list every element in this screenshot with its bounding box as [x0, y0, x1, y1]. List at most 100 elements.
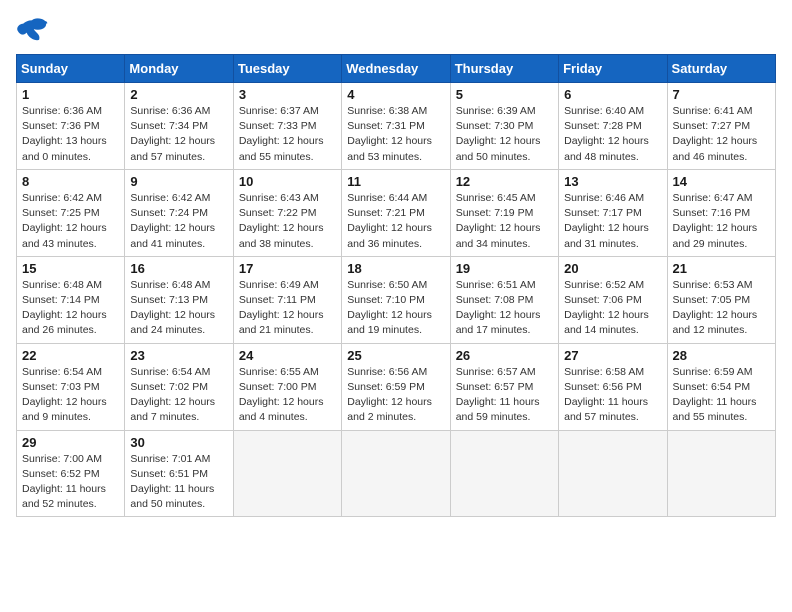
weekday-header-row: SundayMondayTuesdayWednesdayThursdayFrid…	[17, 55, 776, 83]
calendar-cell: 28 Sunrise: 6:59 AM Sunset: 6:54 PM Dayli…	[667, 343, 775, 430]
day-number: 27	[564, 348, 661, 363]
day-number: 19	[456, 261, 553, 276]
day-number: 6	[564, 87, 661, 102]
day-number: 28	[673, 348, 770, 363]
calendar-cell: 12 Sunrise: 6:45 AM Sunset: 7:19 PM Dayli…	[450, 169, 558, 256]
logo-icon	[16, 16, 48, 44]
day-number: 7	[673, 87, 770, 102]
day-info: Sunrise: 6:36 AM Sunset: 7:34 PM Dayligh…	[130, 104, 227, 165]
calendar-week-row: 1 Sunrise: 6:36 AM Sunset: 7:36 PM Daylig…	[17, 83, 776, 170]
weekday-header-cell: Wednesday	[342, 55, 450, 83]
day-number: 29	[22, 435, 119, 450]
day-info: Sunrise: 6:51 AM Sunset: 7:08 PM Dayligh…	[456, 278, 553, 339]
calendar-cell: 19 Sunrise: 6:51 AM Sunset: 7:08 PM Dayli…	[450, 256, 558, 343]
calendar-cell: 2 Sunrise: 6:36 AM Sunset: 7:34 PM Daylig…	[125, 83, 233, 170]
calendar-cell	[342, 430, 450, 517]
day-info: Sunrise: 6:52 AM Sunset: 7:06 PM Dayligh…	[564, 278, 661, 339]
day-number: 21	[673, 261, 770, 276]
day-info: Sunrise: 6:57 AM Sunset: 6:57 PM Dayligh…	[456, 365, 553, 426]
calendar-cell: 27 Sunrise: 6:58 AM Sunset: 6:56 PM Dayli…	[559, 343, 667, 430]
calendar-cell: 4Sunrise: 6:38 AM Sunset: 7:31 PM Daylig…	[342, 83, 450, 170]
day-info: Sunrise: 6:48 AM Sunset: 7:13 PM Dayligh…	[130, 278, 227, 339]
day-number: 15	[22, 261, 119, 276]
day-number: 4	[347, 87, 444, 102]
day-info: Sunrise: 6:55 AM Sunset: 7:00 PM Dayligh…	[239, 365, 336, 426]
page-header	[16, 16, 776, 44]
day-info: Sunrise: 6:39 AM Sunset: 7:30 PM Dayligh…	[456, 104, 553, 165]
day-number: 1	[22, 87, 119, 102]
calendar-cell: 7 Sunrise: 6:41 AM Sunset: 7:27 PM Daylig…	[667, 83, 775, 170]
day-info: Sunrise: 6:44 AM Sunset: 7:21 PM Dayligh…	[347, 191, 444, 252]
calendar-cell	[233, 430, 341, 517]
weekday-header-cell: Saturday	[667, 55, 775, 83]
day-info: Sunrise: 6:45 AM Sunset: 7:19 PM Dayligh…	[456, 191, 553, 252]
day-number: 22	[22, 348, 119, 363]
day-info: Sunrise: 6:50 AM Sunset: 7:10 PM Dayligh…	[347, 278, 444, 339]
day-info: Sunrise: 6:54 AM Sunset: 7:02 PM Dayligh…	[130, 365, 227, 426]
day-number: 17	[239, 261, 336, 276]
day-number: 13	[564, 174, 661, 189]
day-info: Sunrise: 6:40 AM Sunset: 7:28 PM Dayligh…	[564, 104, 661, 165]
weekday-header-cell: Sunday	[17, 55, 125, 83]
calendar-week-row: 29 Sunrise: 7:00 AM Sunset: 6:52 PM Dayli…	[17, 430, 776, 517]
calendar-cell: 10 Sunrise: 6:43 AM Sunset: 7:22 PM Dayli…	[233, 169, 341, 256]
calendar-cell: 23 Sunrise: 6:54 AM Sunset: 7:02 PM Dayli…	[125, 343, 233, 430]
day-info: Sunrise: 7:00 AM Sunset: 6:52 PM Dayligh…	[22, 452, 119, 513]
day-number: 5	[456, 87, 553, 102]
logo	[16, 16, 52, 44]
day-info: Sunrise: 6:42 AM Sunset: 7:25 PM Dayligh…	[22, 191, 119, 252]
calendar-cell	[667, 430, 775, 517]
calendar-cell: 16 Sunrise: 6:48 AM Sunset: 7:13 PM Dayli…	[125, 256, 233, 343]
day-number: 2	[130, 87, 227, 102]
calendar-cell: 13Sunrise: 6:46 AM Sunset: 7:17 PM Dayli…	[559, 169, 667, 256]
day-info: Sunrise: 6:37 AM Sunset: 7:33 PM Dayligh…	[239, 104, 336, 165]
day-number: 26	[456, 348, 553, 363]
day-info: Sunrise: 6:47 AM Sunset: 7:16 PM Dayligh…	[673, 191, 770, 252]
calendar-cell: 11 Sunrise: 6:44 AM Sunset: 7:21 PM Dayli…	[342, 169, 450, 256]
calendar-cell: 5 Sunrise: 6:39 AM Sunset: 7:30 PM Daylig…	[450, 83, 558, 170]
calendar-cell: 24 Sunrise: 6:55 AM Sunset: 7:00 PM Dayli…	[233, 343, 341, 430]
calendar-table: SundayMondayTuesdayWednesdayThursdayFrid…	[16, 54, 776, 517]
day-number: 12	[456, 174, 553, 189]
calendar-week-row: 22 Sunrise: 6:54 AM Sunset: 7:03 PM Dayli…	[17, 343, 776, 430]
calendar-cell: 25 Sunrise: 6:56 AM Sunset: 6:59 PM Dayli…	[342, 343, 450, 430]
day-info: Sunrise: 6:59 AM Sunset: 6:54 PM Dayligh…	[673, 365, 770, 426]
day-info: Sunrise: 6:54 AM Sunset: 7:03 PM Dayligh…	[22, 365, 119, 426]
day-info: Sunrise: 6:42 AM Sunset: 7:24 PM Dayligh…	[130, 191, 227, 252]
day-number: 14	[673, 174, 770, 189]
weekday-header-cell: Friday	[559, 55, 667, 83]
calendar-cell: 15Sunrise: 6:48 AM Sunset: 7:14 PM Dayli…	[17, 256, 125, 343]
calendar-cell: 21 Sunrise: 6:53 AM Sunset: 7:05 PM Dayli…	[667, 256, 775, 343]
day-info: Sunrise: 6:36 AM Sunset: 7:36 PM Dayligh…	[22, 104, 119, 165]
day-number: 24	[239, 348, 336, 363]
day-info: Sunrise: 6:53 AM Sunset: 7:05 PM Dayligh…	[673, 278, 770, 339]
calendar-cell: 20Sunrise: 6:52 AM Sunset: 7:06 PM Dayli…	[559, 256, 667, 343]
day-info: Sunrise: 6:49 AM Sunset: 7:11 PM Dayligh…	[239, 278, 336, 339]
day-number: 16	[130, 261, 227, 276]
calendar-cell: 6 Sunrise: 6:40 AM Sunset: 7:28 PM Daylig…	[559, 83, 667, 170]
calendar-cell: 1 Sunrise: 6:36 AM Sunset: 7:36 PM Daylig…	[17, 83, 125, 170]
day-info: Sunrise: 6:58 AM Sunset: 6:56 PM Dayligh…	[564, 365, 661, 426]
calendar-cell	[450, 430, 558, 517]
day-number: 3	[239, 87, 336, 102]
calendar-cell: 3 Sunrise: 6:37 AM Sunset: 7:33 PM Daylig…	[233, 83, 341, 170]
calendar-cell: 26 Sunrise: 6:57 AM Sunset: 6:57 PM Dayli…	[450, 343, 558, 430]
day-number: 11	[347, 174, 444, 189]
calendar-cell: 22 Sunrise: 6:54 AM Sunset: 7:03 PM Dayli…	[17, 343, 125, 430]
calendar-cell: 14 Sunrise: 6:47 AM Sunset: 7:16 PM Dayli…	[667, 169, 775, 256]
calendar-cell: 29 Sunrise: 7:00 AM Sunset: 6:52 PM Dayli…	[17, 430, 125, 517]
day-number: 10	[239, 174, 336, 189]
day-number: 8	[22, 174, 119, 189]
day-number: 25	[347, 348, 444, 363]
day-number: 23	[130, 348, 227, 363]
weekday-header-cell: Monday	[125, 55, 233, 83]
calendar-week-row: 15Sunrise: 6:48 AM Sunset: 7:14 PM Dayli…	[17, 256, 776, 343]
day-info: Sunrise: 6:41 AM Sunset: 7:27 PM Dayligh…	[673, 104, 770, 165]
day-info: Sunrise: 6:56 AM Sunset: 6:59 PM Dayligh…	[347, 365, 444, 426]
day-number: 30	[130, 435, 227, 450]
day-info: Sunrise: 6:43 AM Sunset: 7:22 PM Dayligh…	[239, 191, 336, 252]
day-info: Sunrise: 7:01 AM Sunset: 6:51 PM Dayligh…	[130, 452, 227, 513]
calendar-cell: 8 Sunrise: 6:42 AM Sunset: 7:25 PM Daylig…	[17, 169, 125, 256]
calendar-cell: 9 Sunrise: 6:42 AM Sunset: 7:24 PM Daylig…	[125, 169, 233, 256]
day-number: 9	[130, 174, 227, 189]
